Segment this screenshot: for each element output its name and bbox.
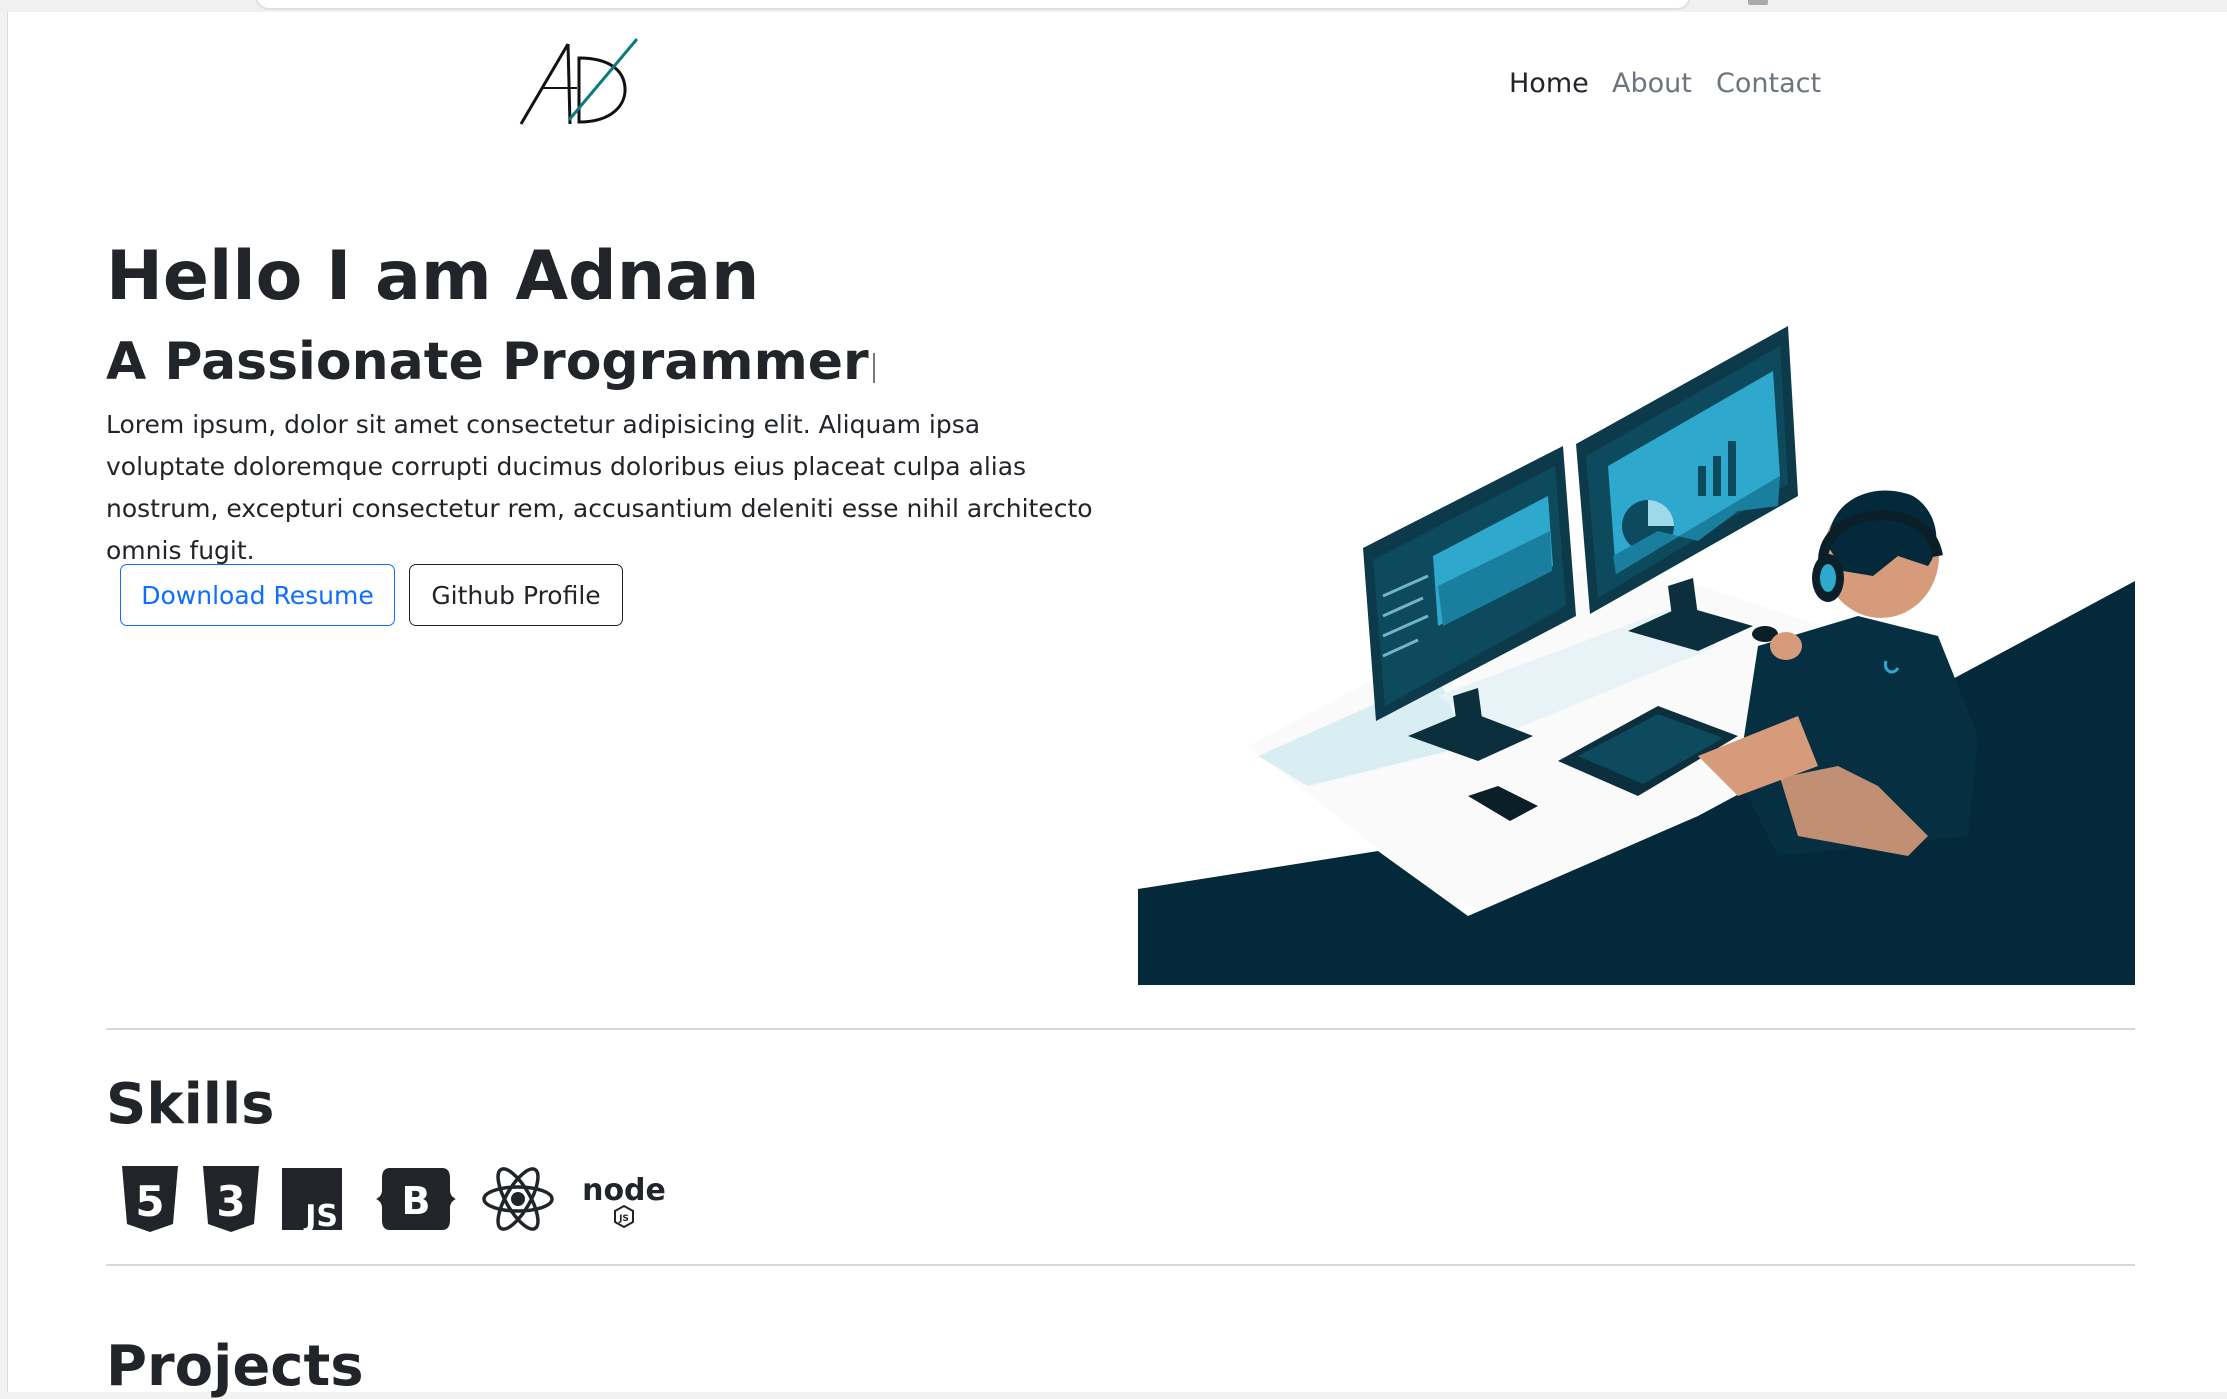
typing-cursor [872,353,875,383]
react-icon [482,1167,554,1231]
svg-text:JS: JS [618,1214,629,1224]
svg-text:B: B [402,1179,431,1223]
projects-title: Projects [106,1334,364,1399]
svg-text:node: node [582,1173,666,1208]
address-bar[interactable] [255,0,1691,10]
page: Home About Contact Hello I am Adnan A Pa… [7,12,2227,1399]
download-resume-button[interactable]: Download Resume [120,564,395,626]
svg-text:5: 5 [135,1177,164,1226]
logo-ad-icon[interactable] [513,24,641,128]
hero-subtitle-text: A Passionate Programmer [106,332,869,392]
javascript-icon: JS [282,1168,342,1234]
github-profile-button[interactable]: Github Profile [409,564,623,626]
nav-home-link[interactable]: Home [1509,68,1589,99]
svg-text:3: 3 [216,1177,245,1226]
hero-title: Hello I am Adnan [106,237,760,316]
svg-text:JS: JS [303,1199,338,1234]
html5-icon: 5 [122,1166,178,1232]
section-divider [106,1264,2135,1266]
browser-top-strip [0,0,2227,12]
developer-illustration [1138,326,2135,985]
browser-icon [1748,0,1768,5]
nodejs-icon: node JS [582,1173,666,1229]
bootstrap-icon: B [376,1168,456,1230]
nav-contact-link[interactable]: Contact [1716,68,1821,99]
hero-description: Lorem ipsum, dolor sit amet consectetur … [106,410,1093,565]
section-divider [106,1028,2135,1030]
skills-title: Skills [106,1072,275,1137]
css3-icon: 3 [203,1166,259,1232]
hero-subtitle: A Passionate Programmer [106,332,875,392]
nav-about-link[interactable]: About [1612,68,1692,99]
